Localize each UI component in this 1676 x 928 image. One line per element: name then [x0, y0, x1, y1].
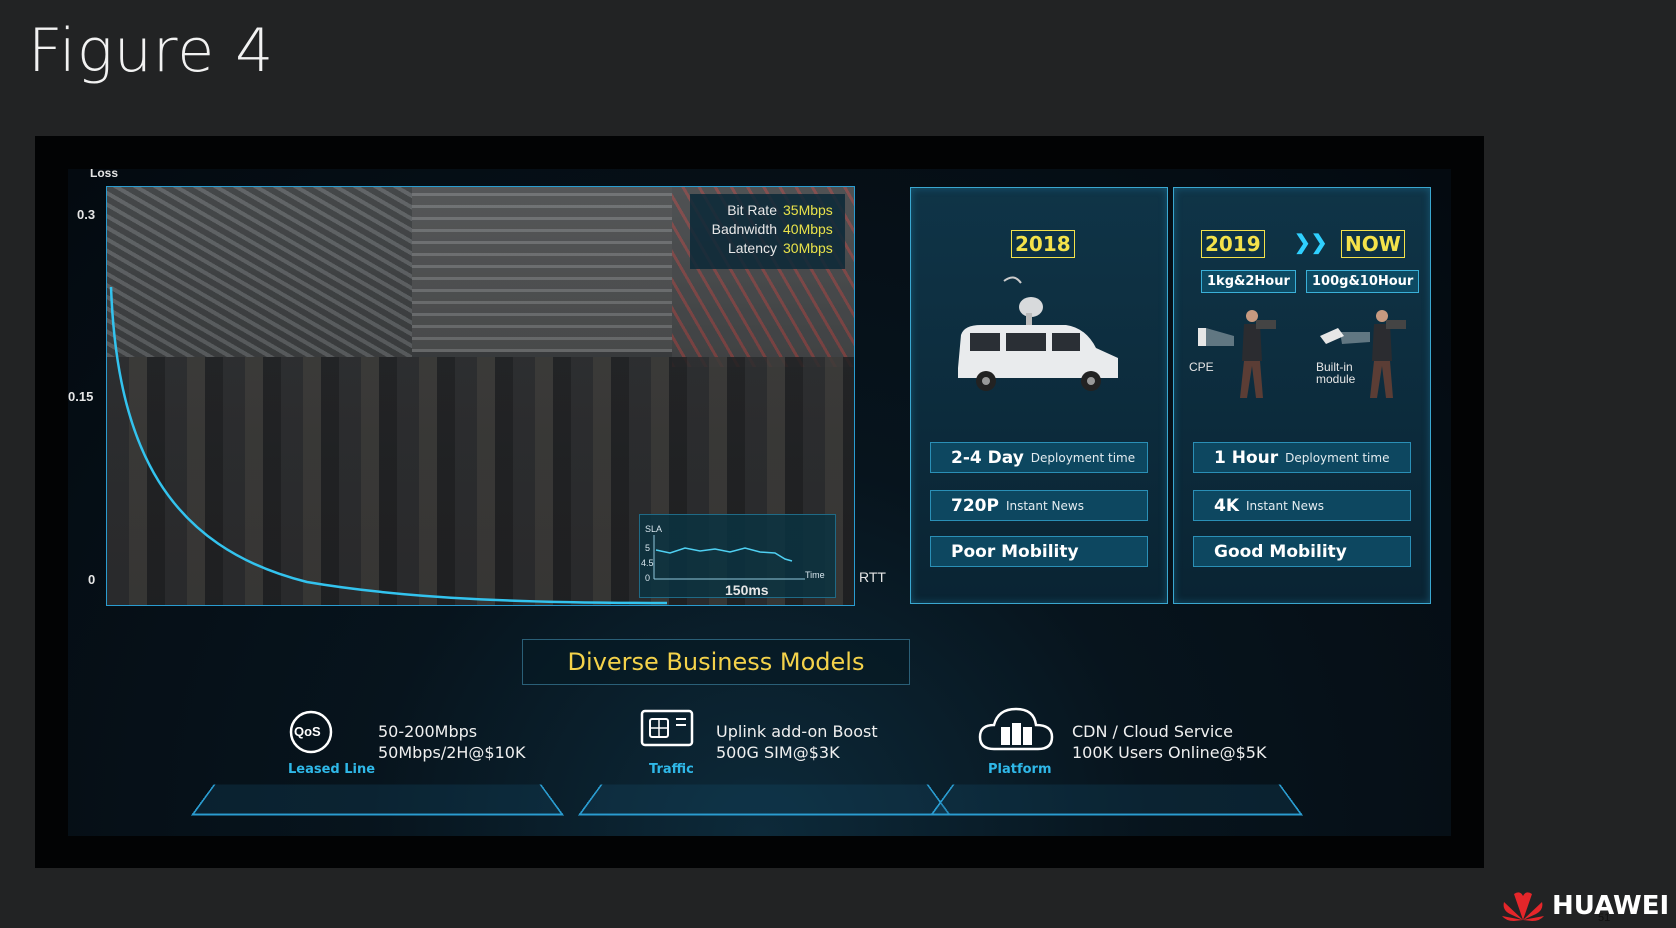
info-row-bandwidth: Badnwidth 40Mbps — [711, 221, 833, 237]
x-tick-150ms: 150ms — [725, 582, 769, 598]
info-row-bitrate: Bit Rate 35Mbps — [727, 202, 833, 218]
huawei-petal-icon — [1502, 892, 1544, 921]
cameraman-cpe-icon — [1198, 310, 1276, 398]
stat-2018-news: 720P Instant News — [930, 490, 1148, 521]
y-axis-label: Loss — [90, 169, 119, 180]
panel-2018: 2018 2-4 Day Deployment time 720P Instant … — [910, 187, 1168, 604]
stat-now-news: 4K Instant News — [1193, 490, 1411, 521]
stat-now-deployment: 1 Hour Deployment time — [1193, 442, 1411, 473]
slide: Loss 0.3 0.15 0 Bit Rate 35Mbps Badnwidth… — [68, 169, 1451, 836]
panel-now: 2019 ❯❯ NOW 1kg&2Hour 100g&10Hour CPE Bu… — [1173, 187, 1431, 604]
cameraman-builtin-icon — [1320, 310, 1406, 398]
platform-details: CDN / Cloud Service 100K Users Online@$5… — [1072, 722, 1267, 762]
tag-1kg-2hour: 1kg&2Hour — [1201, 270, 1296, 293]
year-2019-badge: 2019 — [1201, 230, 1265, 258]
slide-frame: Loss 0.3 0.15 0 Bit Rate 35Mbps Badnwidth… — [35, 136, 1484, 868]
year-2018-badge: 2018 — [1011, 230, 1075, 258]
bitrate-info-box: Bit Rate 35Mbps Badnwidth 40Mbps Latency 30… — [690, 194, 845, 269]
platform-leased-line — [191, 784, 564, 816]
double-chevron-icon: ❯❯ — [1294, 232, 1328, 254]
stat-2018-mobility: Poor Mobility — [930, 536, 1148, 567]
sim-card-icon — [640, 709, 694, 747]
huawei-logo: HUAWEI — [1500, 890, 1669, 922]
label-builtin-2: module — [1316, 372, 1356, 386]
info-row-latency: Latency 30Mbps — [727, 240, 833, 256]
platform-traffic — [578, 784, 951, 816]
satellite-van-icon — [958, 276, 1118, 391]
huawei-brand-text: HUAWEI — [1552, 891, 1670, 921]
year-now-badge: NOW — [1341, 230, 1405, 258]
x-axis-label: RTT — [859, 569, 886, 585]
stat-now-mobility: Good Mobility — [1193, 536, 1411, 567]
y-tick-0: 0 — [88, 572, 96, 587]
label-traffic: Traffic — [649, 762, 694, 777]
page-number: 51 — [1598, 912, 1611, 924]
crowd-photo: Bit Rate 35Mbps Badnwidth 40Mbps Latency 30… — [106, 186, 855, 606]
label-cpe: CPE — [1189, 360, 1214, 374]
figure-title: Figure 4 — [28, 16, 275, 86]
label-platform: Platform — [988, 762, 1052, 777]
label-leased-line: Leased Line — [288, 762, 376, 777]
traffic-details: Uplink add-on Boost 500G SIM@$3K — [716, 722, 878, 762]
business-models-title: Diverse Business Models — [522, 639, 910, 685]
leased-line-details: 50-200Mbps 50Mbps/2H@$10K — [378, 722, 526, 762]
stat-2018-deployment: 2-4 Day Deployment time — [930, 442, 1148, 473]
y-tick-0-15: 0.15 — [68, 389, 94, 404]
cloud-server-icon — [978, 707, 1054, 751]
tag-100g-10hour: 100g&10Hour — [1306, 270, 1420, 293]
qos-icon-text: QoS — [294, 724, 321, 739]
platform-cloud — [930, 784, 1303, 816]
y-tick-0-3: 0.3 — [77, 207, 96, 222]
